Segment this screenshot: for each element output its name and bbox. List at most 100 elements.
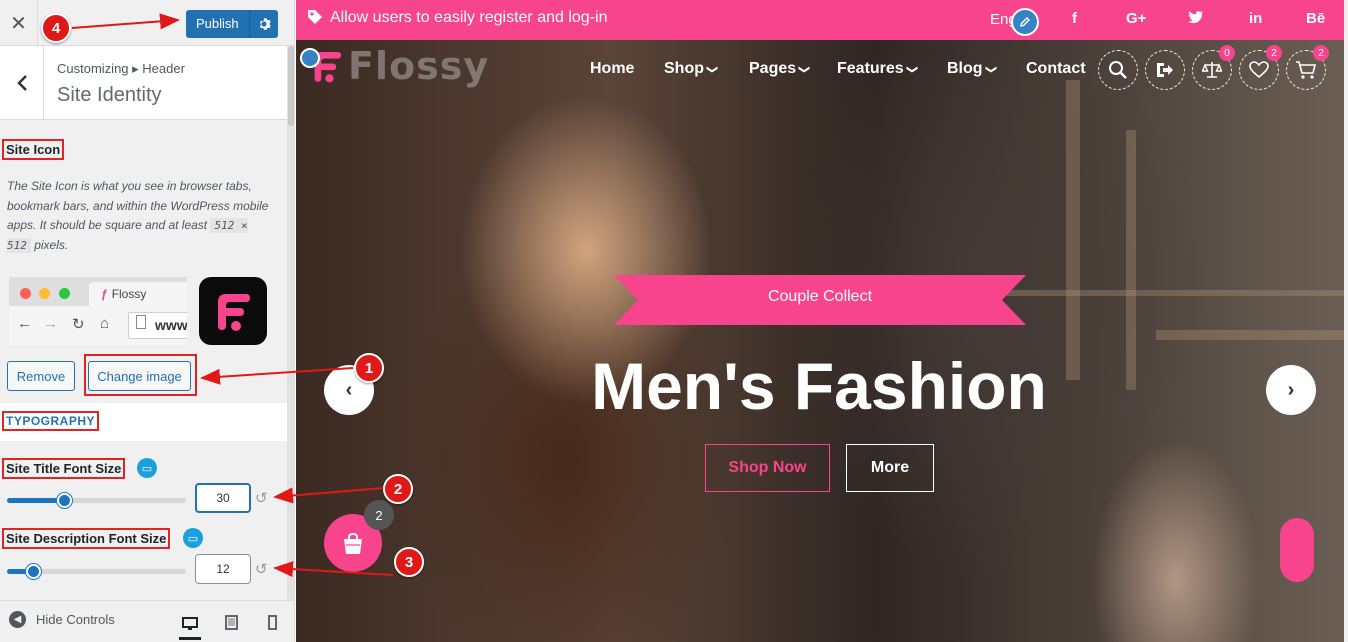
site-icon-size-suffix: pixels. <box>34 237 69 252</box>
close-customizer-button[interactable]: ✕ <box>0 0 38 46</box>
nav-label: Contact <box>1026 60 1086 77</box>
nav-label: Home <box>590 60 635 77</box>
more-button[interactable]: More <box>846 444 934 492</box>
notice-text[interactable]: Allow users to easily register and log-i… <box>330 9 607 27</box>
sidebar-scrollbar-thumb[interactable] <box>288 46 294 126</box>
publish-button[interactable]: Publish <box>186 10 250 38</box>
twitter-icon[interactable] <box>1188 10 1204 28</box>
home-icon: ⌂ <box>100 315 110 332</box>
nav-features[interactable]: Features ❯ <box>837 60 918 78</box>
back-button[interactable] <box>0 46 44 120</box>
collapse-arrow-icon: ◀ <box>9 611 26 628</box>
back-arrow-icon: ← <box>17 315 32 332</box>
nav-label: Blog <box>947 60 983 77</box>
slider-next-arrow-icon[interactable]: › <box>1266 365 1316 415</box>
nav-home[interactable]: Home <box>590 60 634 78</box>
google-plus-icon[interactable]: G+ <box>1126 10 1146 27</box>
slider-handle[interactable] <box>26 564 42 579</box>
tablet-preview-icon[interactable] <box>220 611 242 633</box>
cart-icon[interactable]: 2 <box>1286 45 1329 90</box>
page-doc-icon <box>136 315 146 329</box>
flossy-logo-icon <box>218 294 250 331</box>
hide-controls-label: Hide Controls <box>36 612 115 627</box>
site-app-icon <box>199 277 267 345</box>
customize-shortcut-icon[interactable] <box>300 48 320 68</box>
hero-title: Men's Fashion <box>591 349 1047 423</box>
desktop-responsive-icon[interactable]: ▭ <box>137 458 157 478</box>
wishlist-count-badge: 2 <box>1266 45 1282 61</box>
typography-section: TYPOGRAPHY <box>0 403 287 441</box>
annotation-marker: 2 <box>383 474 413 504</box>
customizer-sidebar: ✕ Publish Customizing ▸ Header Site Iden… <box>0 0 295 642</box>
breadcrumb: Customizing ▸ Header <box>57 61 185 76</box>
site-description-font-size-input[interactable]: 12 <box>195 554 251 584</box>
annotation-marker: 4 <box>41 13 71 43</box>
desktop-responsive-icon[interactable]: ▭ <box>183 528 203 548</box>
site-title-font-size-label: Site Title Font Size <box>1 458 126 479</box>
desktop-preview-icon[interactable] <box>179 610 201 640</box>
compare-icon[interactable]: 0 <box>1192 45 1235 90</box>
forward-arrow-icon: → <box>43 315 58 332</box>
nav-contact[interactable]: Contact <box>1026 60 1086 78</box>
facebook-icon[interactable]: f <box>1072 10 1077 27</box>
preview-browser-toolbar: ← → ↻ ⌂ www. <box>9 306 187 345</box>
scroll-top-button[interactable] <box>1280 518 1314 582</box>
wishlist-heart-icon[interactable]: 2 <box>1239 45 1282 90</box>
linkedin-icon[interactable]: in <box>1249 10 1262 27</box>
window-maximize-dot <box>59 288 70 299</box>
chevron-left-icon <box>16 75 27 91</box>
logo-text: Flossy <box>348 44 490 88</box>
reset-icon[interactable]: ↺ <box>255 489 268 507</box>
behance-icon[interactable]: Bē <box>1306 10 1325 27</box>
reload-icon: ↻ <box>72 316 85 333</box>
site-icon-description: The Site Icon is what you see in browser… <box>7 177 272 255</box>
shop-now-button[interactable]: Shop Now <box>705 444 830 492</box>
shelf-post <box>1066 80 1080 380</box>
annotation-marker: 1 <box>354 353 384 383</box>
nav-blog[interactable]: Blog ❯ <box>947 60 997 78</box>
reset-icon[interactable]: ↺ <box>255 560 268 578</box>
hide-controls-button[interactable]: ◀ Hide Controls <box>9 611 115 628</box>
hero-slider: Flossy Home Shop ❯ Pages ❯ Features ❯ Blog ❯… <box>296 40 1348 642</box>
change-image-button[interactable]: Change image <box>88 361 191 391</box>
nav-pages[interactable]: Pages ❯ <box>749 60 811 78</box>
section-header: Customizing ▸ Header Site Identity <box>0 46 287 120</box>
site-logo[interactable]: Flossy <box>300 44 490 88</box>
slider-handle[interactable] <box>56 493 72 508</box>
search-icon[interactable] <box>1098 50 1138 90</box>
mobile-preview-icon[interactable] <box>261 611 283 633</box>
site-title-font-size-slider[interactable] <box>7 493 186 508</box>
section-title: Site Identity <box>57 84 162 106</box>
sidebar-scrollbar[interactable] <box>287 46 294 600</box>
shelf-post <box>1126 130 1136 390</box>
publish-settings-gear-icon[interactable] <box>250 10 278 38</box>
customizer-controls: Site Icon The Site Icon is what you see … <box>0 120 287 600</box>
chevron-down-icon: ❯ <box>905 64 918 74</box>
site-description-font-size-slider[interactable] <box>7 564 186 579</box>
preview-scrollbar[interactable] <box>1344 0 1348 642</box>
window-minimize-dot <box>39 288 50 299</box>
edit-pencil-icon[interactable] <box>1011 8 1039 36</box>
chevron-down-icon: ❯ <box>706 64 719 74</box>
nav-shop[interactable]: Shop ❯ <box>664 60 719 78</box>
shopping-bag-icon <box>344 533 362 554</box>
preview-tab-label: Flossy <box>111 287 147 301</box>
shelf-board <box>1156 330 1346 340</box>
annotation-marker: 3 <box>394 547 424 577</box>
site-icon-title: Site Icon <box>1 139 65 160</box>
floating-cart-count: 2 <box>364 500 394 530</box>
publish-group: Publish <box>186 10 278 38</box>
slider-fill <box>7 498 65 503</box>
tag-icon <box>308 10 322 24</box>
ribbon-text: Couple Collect <box>767 288 873 305</box>
customizer-footer: ◀ Hide Controls <box>0 600 294 642</box>
remove-icon-button[interactable]: Remove <box>7 361 75 391</box>
chevron-down-icon: ❯ <box>984 64 997 74</box>
window-close-dot <box>20 288 31 299</box>
site-title-font-size-input[interactable]: 30 <box>195 483 251 513</box>
nav-label: Pages <box>749 60 797 77</box>
chevron-down-icon: ❯ <box>798 64 811 74</box>
login-icon[interactable] <box>1145 50 1185 90</box>
top-notice-bar: Allow users to easily register and log-i… <box>296 0 1348 40</box>
preview-browser-tab: ƒ Flossy <box>89 282 187 306</box>
